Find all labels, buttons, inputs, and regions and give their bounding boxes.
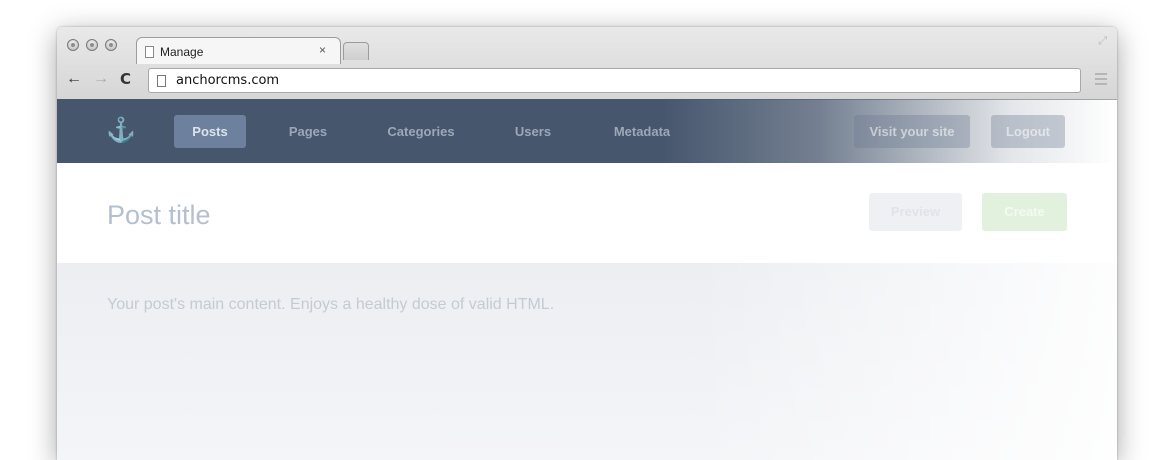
- reload-icon[interactable]: C: [120, 71, 131, 87]
- window-zoom-icon[interactable]: [105, 39, 117, 51]
- anchor-logo-icon[interactable]: ⚓: [106, 117, 136, 145]
- nav-item-categories[interactable]: Categories: [375, 115, 467, 148]
- post-content-editor[interactable]: Your post's main content. Enjoys a healt…: [57, 263, 1117, 460]
- browser-window: Manage × ⤢ ← → C anchorcms.com ⚓ Posts P…: [57, 27, 1117, 460]
- window-close-icon[interactable]: [67, 39, 79, 51]
- nav-item-users[interactable]: Users: [503, 115, 563, 148]
- nav-item-metadata[interactable]: Metadata: [602, 115, 682, 148]
- logout-button[interactable]: Logout: [991, 115, 1065, 148]
- menu-icon[interactable]: [1095, 73, 1107, 88]
- fullscreen-icon[interactable]: ⤢: [1098, 35, 1107, 48]
- new-tab-button[interactable]: [343, 42, 369, 60]
- nav-item-pages[interactable]: Pages: [273, 115, 343, 148]
- post-title-input[interactable]: Post title: [107, 200, 211, 231]
- navigation-buttons: ← → C: [66, 71, 131, 88]
- content-placeholder: Your post's main content. Enjoys a healt…: [107, 296, 555, 313]
- forward-arrow-icon[interactable]: →: [93, 71, 109, 87]
- url-text[interactable]: anchorcms.com: [176, 73, 279, 88]
- page-icon: [157, 74, 166, 87]
- tab-title[interactable]: Manage: [160, 45, 310, 59]
- window-controls: [67, 39, 117, 51]
- browser-toolbar: Manage × ⤢ ← → C anchorcms.com: [57, 27, 1117, 100]
- page-icon: [145, 46, 154, 58]
- create-button[interactable]: Create: [982, 193, 1067, 231]
- address-bar[interactable]: anchorcms.com: [148, 68, 1081, 93]
- visit-site-button[interactable]: Visit your site: [854, 115, 970, 148]
- admin-nav-bar: ⚓ Posts Pages Categories Users Metadata …: [57, 99, 1117, 163]
- back-arrow-icon[interactable]: ←: [66, 71, 82, 87]
- post-header: Post title Preview Create: [57, 163, 1117, 263]
- window-minimize-icon[interactable]: [86, 39, 98, 51]
- preview-button[interactable]: Preview: [869, 193, 962, 231]
- tab-content: Manage: [145, 39, 310, 65]
- tab-close-icon[interactable]: ×: [319, 43, 326, 57]
- nav-item-posts[interactable]: Posts: [174, 115, 246, 148]
